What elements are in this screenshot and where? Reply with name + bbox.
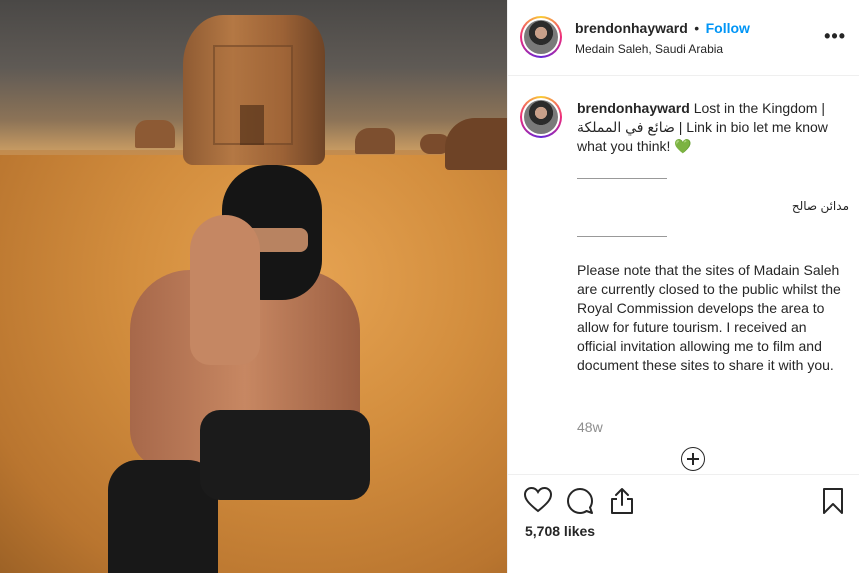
plus-circle-icon[interactable] [681,447,705,471]
post-photo[interactable] [0,0,507,573]
photo-person-hands [190,215,260,365]
photo-person-pants [200,410,370,500]
avatar[interactable] [520,16,562,58]
action-bar [508,474,859,514]
avatar-image [524,100,558,134]
comment-icon[interactable] [566,487,594,515]
separator-dot: • [694,20,700,36]
photo-rock-formation [355,128,395,154]
caption-note: Please note that the sites of Madain Sal… [577,262,841,373]
photo-rock-formation [445,118,507,170]
post-header: brendonhayward • Follow Medain Saleh, Sa… [508,0,859,76]
post-time-ago[interactable]: 48w [577,419,603,435]
heart-icon[interactable] [524,487,552,513]
location-link[interactable]: Medain Saleh, Saudi Arabia [575,42,835,56]
caption-text: brendonhayward Lost in the Kingdom | ضائ… [577,99,849,375]
photo-tomb-door [240,105,264,145]
share-icon[interactable] [609,487,635,515]
avatar-inner [522,18,560,56]
likes-count[interactable]: 5,708 likes [525,523,595,539]
caption-divider [577,178,667,179]
avatar-image [524,20,558,54]
caption-text-part1: Lost in the Kingdom | [693,100,825,116]
caption-arabic-place-name: مدائن صالح [791,199,849,213]
caption-arabic-text: ضائع في المملكة [577,119,675,135]
caption-divider [577,236,667,237]
green-heart-emoji: 💚 [674,138,692,154]
avatar-inner [522,98,560,136]
bookmark-icon[interactable] [822,487,844,515]
header-username[interactable]: brendonhayward [575,20,688,36]
photo-rock-formation [135,120,175,148]
caption-avatar[interactable] [520,96,562,138]
post-details-panel: brendonhayward • Follow Medain Saleh, Sa… [507,0,859,573]
comments-area: brendonhayward Lost in the Kingdom | ضائ… [508,76,859,471]
follow-button[interactable]: Follow [706,20,750,36]
header-names: brendonhayward • Follow Medain Saleh, Sa… [575,20,835,56]
caption-username[interactable]: brendonhayward [577,100,690,116]
more-options-icon[interactable]: ••• [824,26,846,47]
